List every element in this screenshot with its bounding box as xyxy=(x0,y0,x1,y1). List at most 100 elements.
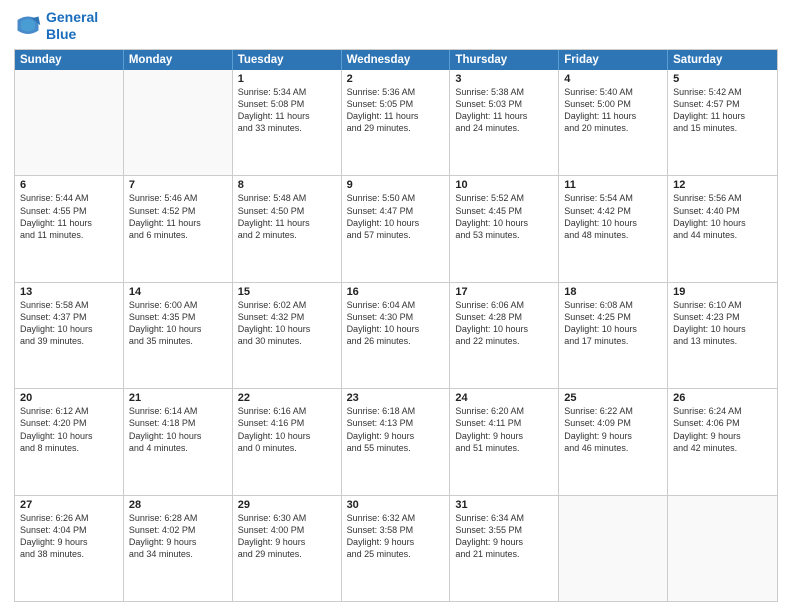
cell-text: Sunrise: 5:38 AM Sunset: 5:03 PM Dayligh… xyxy=(455,86,553,135)
calendar-cell: 8Sunrise: 5:48 AM Sunset: 4:50 PM Daylig… xyxy=(233,176,342,281)
day-number: 17 xyxy=(455,286,553,298)
cell-text: Sunrise: 5:40 AM Sunset: 5:00 PM Dayligh… xyxy=(564,86,662,135)
calendar-cell: 15Sunrise: 6:02 AM Sunset: 4:32 PM Dayli… xyxy=(233,283,342,388)
day-number: 18 xyxy=(564,286,662,298)
cell-text: Sunrise: 6:26 AM Sunset: 4:04 PM Dayligh… xyxy=(20,512,118,561)
cell-text: Sunrise: 5:42 AM Sunset: 4:57 PM Dayligh… xyxy=(673,86,772,135)
calendar-row: 20Sunrise: 6:12 AM Sunset: 4:20 PM Dayli… xyxy=(15,388,777,494)
cell-text: Sunrise: 6:32 AM Sunset: 3:58 PM Dayligh… xyxy=(347,512,445,561)
calendar: SundayMondayTuesdayWednesdayThursdayFrid… xyxy=(14,49,778,602)
header-cell-thursday: Thursday xyxy=(450,50,559,70)
cell-text: Sunrise: 6:22 AM Sunset: 4:09 PM Dayligh… xyxy=(564,405,662,454)
calendar-cell: 3Sunrise: 5:38 AM Sunset: 5:03 PM Daylig… xyxy=(450,70,559,175)
calendar-cell: 11Sunrise: 5:54 AM Sunset: 4:42 PM Dayli… xyxy=(559,176,668,281)
calendar-cell: 31Sunrise: 6:34 AM Sunset: 3:55 PM Dayli… xyxy=(450,496,559,601)
calendar-row: 1Sunrise: 5:34 AM Sunset: 5:08 PM Daylig… xyxy=(15,70,777,175)
cell-text: Sunrise: 5:34 AM Sunset: 5:08 PM Dayligh… xyxy=(238,86,336,135)
day-number: 12 xyxy=(673,179,772,191)
calendar-row: 13Sunrise: 5:58 AM Sunset: 4:37 PM Dayli… xyxy=(15,282,777,388)
calendar-cell: 10Sunrise: 5:52 AM Sunset: 4:45 PM Dayli… xyxy=(450,176,559,281)
calendar-cell: 28Sunrise: 6:28 AM Sunset: 4:02 PM Dayli… xyxy=(124,496,233,601)
calendar-cell: 26Sunrise: 6:24 AM Sunset: 4:06 PM Dayli… xyxy=(668,389,777,494)
calendar-row: 6Sunrise: 5:44 AM Sunset: 4:55 PM Daylig… xyxy=(15,175,777,281)
day-number: 25 xyxy=(564,392,662,404)
cell-text: Sunrise: 6:18 AM Sunset: 4:13 PM Dayligh… xyxy=(347,405,445,454)
calendar-cell xyxy=(668,496,777,601)
day-number: 10 xyxy=(455,179,553,191)
day-number: 9 xyxy=(347,179,445,191)
cell-text: Sunrise: 6:20 AM Sunset: 4:11 PM Dayligh… xyxy=(455,405,553,454)
cell-text: Sunrise: 6:00 AM Sunset: 4:35 PM Dayligh… xyxy=(129,299,227,348)
calendar-row: 27Sunrise: 6:26 AM Sunset: 4:04 PM Dayli… xyxy=(15,495,777,601)
calendar-cell: 29Sunrise: 6:30 AM Sunset: 4:00 PM Dayli… xyxy=(233,496,342,601)
day-number: 26 xyxy=(673,392,772,404)
calendar-cell: 16Sunrise: 6:04 AM Sunset: 4:30 PM Dayli… xyxy=(342,283,451,388)
day-number: 22 xyxy=(238,392,336,404)
calendar-cell: 12Sunrise: 5:56 AM Sunset: 4:40 PM Dayli… xyxy=(668,176,777,281)
cell-text: Sunrise: 6:06 AM Sunset: 4:28 PM Dayligh… xyxy=(455,299,553,348)
day-number: 29 xyxy=(238,499,336,511)
day-number: 24 xyxy=(455,392,553,404)
cell-text: Sunrise: 5:50 AM Sunset: 4:47 PM Dayligh… xyxy=(347,192,445,241)
cell-text: Sunrise: 6:12 AM Sunset: 4:20 PM Dayligh… xyxy=(20,405,118,454)
header-cell-monday: Monday xyxy=(124,50,233,70)
calendar-cell: 20Sunrise: 6:12 AM Sunset: 4:20 PM Dayli… xyxy=(15,389,124,494)
calendar-cell xyxy=(559,496,668,601)
calendar-cell: 14Sunrise: 6:00 AM Sunset: 4:35 PM Dayli… xyxy=(124,283,233,388)
logo-icon xyxy=(14,13,42,41)
calendar-cell: 5Sunrise: 5:42 AM Sunset: 4:57 PM Daylig… xyxy=(668,70,777,175)
cell-text: Sunrise: 6:16 AM Sunset: 4:16 PM Dayligh… xyxy=(238,405,336,454)
cell-text: Sunrise: 5:58 AM Sunset: 4:37 PM Dayligh… xyxy=(20,299,118,348)
calendar-cell: 18Sunrise: 6:08 AM Sunset: 4:25 PM Dayli… xyxy=(559,283,668,388)
calendar-cell: 2Sunrise: 5:36 AM Sunset: 5:05 PM Daylig… xyxy=(342,70,451,175)
calendar-body: 1Sunrise: 5:34 AM Sunset: 5:08 PM Daylig… xyxy=(15,70,777,601)
calendar-cell: 7Sunrise: 5:46 AM Sunset: 4:52 PM Daylig… xyxy=(124,176,233,281)
day-number: 28 xyxy=(129,499,227,511)
cell-text: Sunrise: 5:52 AM Sunset: 4:45 PM Dayligh… xyxy=(455,192,553,241)
day-number: 16 xyxy=(347,286,445,298)
cell-text: Sunrise: 5:44 AM Sunset: 4:55 PM Dayligh… xyxy=(20,192,118,241)
day-number: 3 xyxy=(455,73,553,85)
header-cell-tuesday: Tuesday xyxy=(233,50,342,70)
cell-text: Sunrise: 6:14 AM Sunset: 4:18 PM Dayligh… xyxy=(129,405,227,454)
calendar-cell: 23Sunrise: 6:18 AM Sunset: 4:13 PM Dayli… xyxy=(342,389,451,494)
cell-text: Sunrise: 6:08 AM Sunset: 4:25 PM Dayligh… xyxy=(564,299,662,348)
cell-text: Sunrise: 6:34 AM Sunset: 3:55 PM Dayligh… xyxy=(455,512,553,561)
calendar-cell xyxy=(15,70,124,175)
calendar-cell: 6Sunrise: 5:44 AM Sunset: 4:55 PM Daylig… xyxy=(15,176,124,281)
calendar-cell: 30Sunrise: 6:32 AM Sunset: 3:58 PM Dayli… xyxy=(342,496,451,601)
cell-text: Sunrise: 5:46 AM Sunset: 4:52 PM Dayligh… xyxy=(129,192,227,241)
cell-text: Sunrise: 5:36 AM Sunset: 5:05 PM Dayligh… xyxy=(347,86,445,135)
calendar-cell: 4Sunrise: 5:40 AM Sunset: 5:00 PM Daylig… xyxy=(559,70,668,175)
cell-text: Sunrise: 6:24 AM Sunset: 4:06 PM Dayligh… xyxy=(673,405,772,454)
calendar-cell: 13Sunrise: 5:58 AM Sunset: 4:37 PM Dayli… xyxy=(15,283,124,388)
day-number: 1 xyxy=(238,73,336,85)
cell-text: Sunrise: 5:54 AM Sunset: 4:42 PM Dayligh… xyxy=(564,192,662,241)
cell-text: Sunrise: 5:48 AM Sunset: 4:50 PM Dayligh… xyxy=(238,192,336,241)
day-number: 23 xyxy=(347,392,445,404)
day-number: 4 xyxy=(564,73,662,85)
day-number: 11 xyxy=(564,179,662,191)
day-number: 6 xyxy=(20,179,118,191)
day-number: 13 xyxy=(20,286,118,298)
logo-text: GeneralBlue xyxy=(46,10,98,43)
calendar-cell: 22Sunrise: 6:16 AM Sunset: 4:16 PM Dayli… xyxy=(233,389,342,494)
day-number: 5 xyxy=(673,73,772,85)
header-cell-wednesday: Wednesday xyxy=(342,50,451,70)
day-number: 20 xyxy=(20,392,118,404)
page: GeneralBlue SundayMondayTuesdayWednesday… xyxy=(0,0,792,612)
logo: GeneralBlue xyxy=(14,10,98,43)
cell-text: Sunrise: 6:28 AM Sunset: 4:02 PM Dayligh… xyxy=(129,512,227,561)
calendar-cell: 9Sunrise: 5:50 AM Sunset: 4:47 PM Daylig… xyxy=(342,176,451,281)
calendar-cell: 27Sunrise: 6:26 AM Sunset: 4:04 PM Dayli… xyxy=(15,496,124,601)
header-cell-friday: Friday xyxy=(559,50,668,70)
cell-text: Sunrise: 6:02 AM Sunset: 4:32 PM Dayligh… xyxy=(238,299,336,348)
day-number: 14 xyxy=(129,286,227,298)
day-number: 31 xyxy=(455,499,553,511)
day-number: 21 xyxy=(129,392,227,404)
header-cell-saturday: Saturday xyxy=(668,50,777,70)
calendar-cell: 24Sunrise: 6:20 AM Sunset: 4:11 PM Dayli… xyxy=(450,389,559,494)
day-number: 7 xyxy=(129,179,227,191)
cell-text: Sunrise: 6:30 AM Sunset: 4:00 PM Dayligh… xyxy=(238,512,336,561)
cell-text: Sunrise: 5:56 AM Sunset: 4:40 PM Dayligh… xyxy=(673,192,772,241)
